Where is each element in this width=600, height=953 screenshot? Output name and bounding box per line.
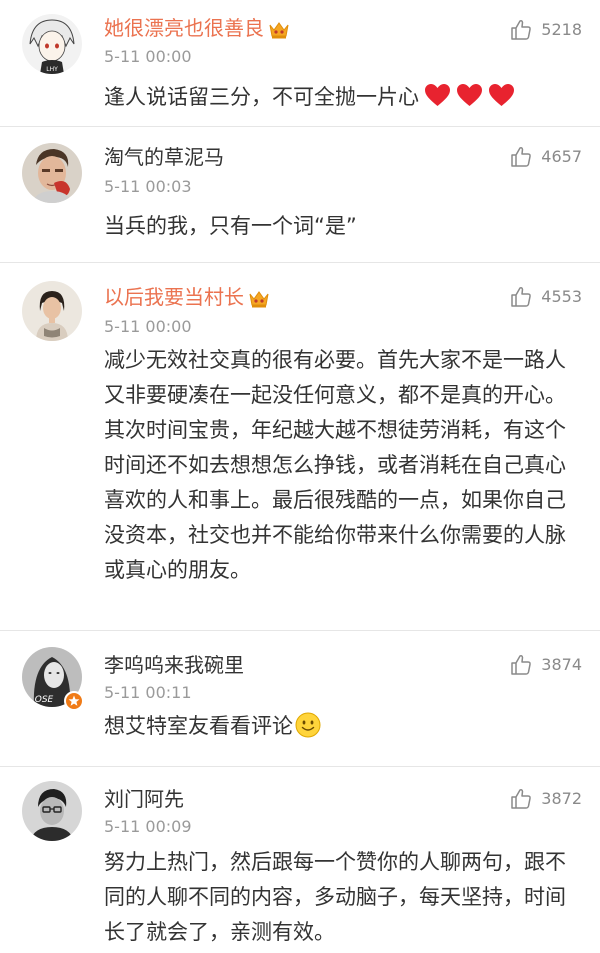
thumbs-up-icon — [511, 788, 532, 809]
comment-text: 当兵的我，只有一个词“是” — [104, 214, 357, 238]
comment-item: 刘门阿先 5-11 00:09 3872 努力上热门，然后跟每一个赞你的人聊两句… — [0, 767, 600, 953]
comment-text: 逢人说话留三分，不可全抛一片心 — [104, 80, 580, 115]
like-button[interactable]: 4553 — [509, 285, 582, 309]
comment-text-content: 逢人说话留三分，不可全抛一片心 — [104, 85, 419, 109]
username[interactable]: 李呜呜来我碗里 — [104, 651, 244, 679]
username[interactable]: 刘门阿先 — [104, 785, 184, 813]
avatar[interactable] — [22, 143, 82, 203]
comment-time: 5-11 00:00 — [104, 47, 192, 66]
avatar-caption: LHY — [46, 66, 58, 73]
username-text[interactable]: 李呜呜来我碗里 — [104, 653, 244, 677]
comment-text: 减少无效社交真的很有必要。首先大家不是一路人又非要硬凑在一起没任何意义，都不是真… — [104, 348, 566, 582]
like-count: 4553 — [541, 287, 582, 306]
crown-icon — [268, 20, 290, 40]
thumbs-up-icon — [511, 286, 532, 307]
thumbs-up-icon — [511, 19, 532, 40]
username[interactable]: 淘气的草泥马 — [104, 143, 224, 171]
avatar[interactable] — [22, 781, 82, 841]
like-button[interactable]: 3872 — [509, 787, 582, 811]
avatar[interactable]: LHY — [22, 14, 82, 74]
username-text[interactable]: 淘气的草泥马 — [104, 145, 224, 169]
username[interactable]: 她很漂亮也很善良 — [104, 14, 290, 42]
comment-text: 努力上热门，然后跟每一个赞你的人聊两句，跟不同的人聊不同的内容，多动脑子，每天坚… — [104, 850, 566, 944]
like-button[interactable]: 4657 — [509, 145, 582, 169]
thumbs-up-icon — [511, 654, 532, 675]
heart-icon — [456, 83, 483, 107]
username-text[interactable]: 以后我要当村长 — [104, 285, 244, 309]
comment-time: 5-11 00:09 — [104, 817, 192, 836]
like-count: 5218 — [541, 20, 582, 39]
username[interactable]: 以后我要当村长 — [104, 283, 270, 311]
comment-item: 以后我要当村长 5-11 00:00 4553 减少无效社交真的很有必要。首先大… — [0, 263, 600, 631]
heart-icon — [488, 83, 515, 107]
comment-item: OSE 李呜呜来我碗里 5-11 00:11 3874 想艾特室友看看评论 — [0, 631, 600, 767]
avatar[interactable] — [22, 281, 82, 341]
comment-item: LHY 她很漂亮也很善良 5-11 00:00 5218 逢人说话留三分，不可全… — [0, 0, 600, 127]
like-button[interactable]: 5218 — [509, 18, 582, 42]
smile-emoji-icon — [295, 712, 321, 738]
v-badge-icon — [64, 691, 84, 711]
thumbs-up-icon — [511, 146, 532, 167]
avatar-caption: OSE — [35, 695, 54, 705]
comment-item: 淘气的草泥马 5-11 00:03 4657 当兵的我，只有一个词“是” — [0, 127, 600, 263]
comment-text: 想艾特室友看看评论 — [104, 709, 580, 744]
like-count: 3874 — [541, 655, 582, 674]
like-count: 3872 — [541, 789, 582, 808]
username-text[interactable]: 她很漂亮也很善良 — [104, 16, 264, 40]
comment-time: 5-11 00:11 — [104, 683, 192, 702]
comment-time: 5-11 00:00 — [104, 317, 192, 336]
comment-time: 5-11 00:03 — [104, 177, 192, 196]
crown-icon — [248, 289, 270, 309]
like-button[interactable]: 3874 — [509, 653, 582, 677]
heart-icon — [424, 83, 451, 107]
username-text[interactable]: 刘门阿先 — [104, 787, 184, 811]
like-count: 4657 — [541, 147, 582, 166]
comment-text-content: 想艾特室友看看评论 — [104, 714, 293, 738]
